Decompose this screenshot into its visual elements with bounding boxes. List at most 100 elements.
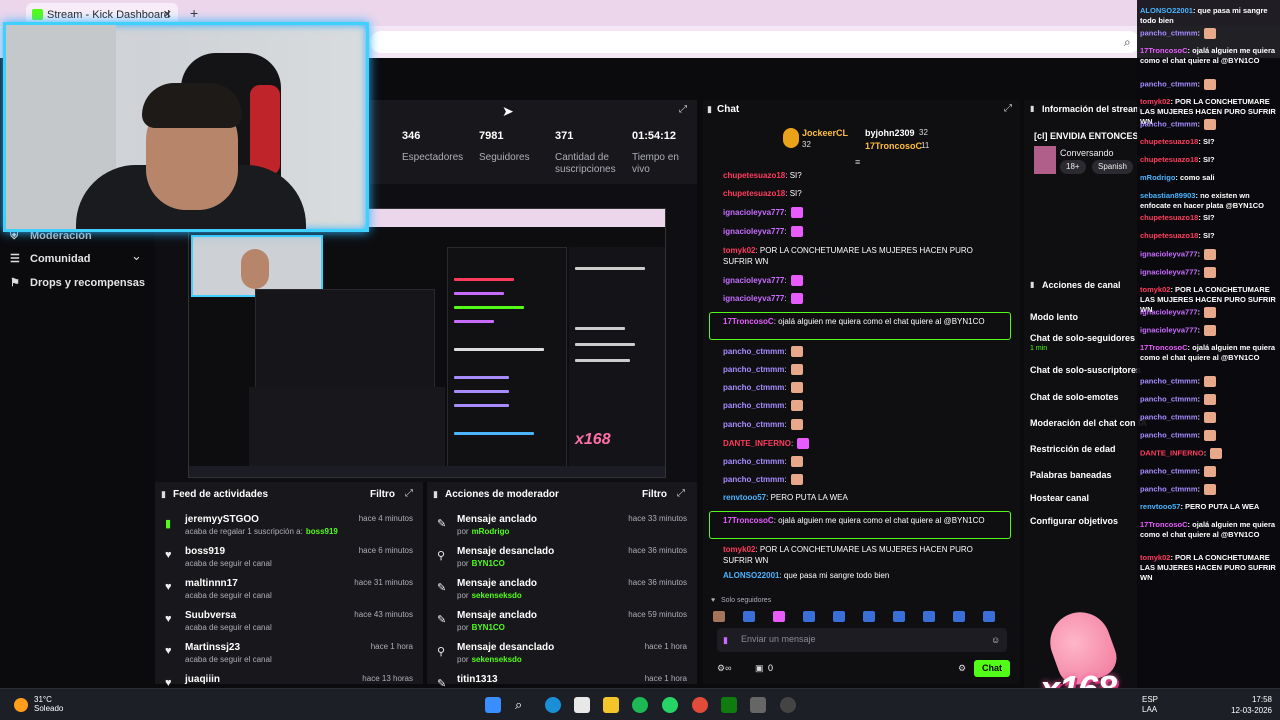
chat-username[interactable]: renvtooo57 (723, 493, 766, 502)
chat-username[interactable]: ignacioleyva777 (723, 276, 784, 285)
channel-action-item[interactable]: Hostear canal (1030, 493, 1089, 503)
list-item[interactable]: ♥ Martinssj23 hace 1 hora acaba de seguir e… (155, 642, 423, 674)
edge-icon[interactable] (545, 697, 561, 713)
activity-user[interactable]: jeremyySTGOO (185, 514, 259, 525)
mod-by-prefix: por (457, 527, 469, 536)
preview-webcam (191, 235, 323, 297)
search-icon[interactable]: ⌕ (515, 697, 531, 713)
collapse-icon[interactable]: ≡ (855, 157, 860, 167)
channel-action-item[interactable]: Configurar objetivos (1030, 516, 1118, 526)
chat-username[interactable]: ignacioleyva777 (723, 294, 784, 303)
chat-username[interactable]: pancho_ctmmm (723, 457, 784, 466)
chat-username[interactable]: pancho_ctmmm (723, 420, 784, 429)
mic-icon[interactable]: ▮ (723, 635, 728, 646)
list-item[interactable]: ⚲ Mensaje desanclado hace 36 minutos por BYN… (427, 546, 697, 578)
activity-user[interactable]: Martinssj23 (185, 642, 240, 653)
zoom-icon[interactable]: ⌕ (1124, 35, 1131, 50)
expand-icon[interactable]: ⤢ (679, 104, 687, 115)
folder-icon[interactable] (603, 697, 619, 713)
mod-user[interactable]: BYN1CO (472, 623, 505, 632)
emote-bar[interactable] (711, 608, 1011, 623)
leader-name[interactable]: 17TroncosoC (865, 141, 922, 151)
leader-name[interactable]: JockeerCL (802, 128, 848, 138)
channel-action-item[interactable]: Palabras baneadas (1030, 470, 1112, 480)
channel-action-item[interactable]: Chat de solo-suscriptores (1030, 365, 1141, 375)
chat-username[interactable]: ignacioleyva777 (723, 208, 784, 217)
chat-username[interactable]: chupetesuazo18 (723, 189, 785, 198)
chevron-down-icon[interactable]: ⌄ (131, 248, 142, 264)
channel-action-item[interactable]: Moderación del chat con IA (1030, 418, 1147, 428)
stream-preview-frame[interactable]: x168 (188, 208, 666, 478)
chat-username[interactable]: tomyk02 (723, 246, 755, 255)
chat-username[interactable]: pancho_ctmmm (723, 365, 784, 374)
activity-user[interactable]: boss919 (185, 546, 225, 557)
activity-target[interactable]: boss919 (306, 527, 338, 536)
spotify-icon[interactable] (632, 697, 648, 713)
mod-user[interactable]: mRodrigo (472, 527, 510, 536)
expand-icon[interactable]: ⤢ (1004, 103, 1012, 114)
expand-icon[interactable]: ⤢ (405, 488, 413, 499)
language-code: ESP (1142, 695, 1159, 704)
mod-user[interactable]: sekenseksdo (472, 591, 522, 600)
overlay-chat-message: ALONSO22001: que pasa mi sangre todo bie… (1140, 6, 1278, 26)
activity-user[interactable]: juaqiiin (185, 674, 220, 685)
mod-user[interactable]: BYN1CO (472, 559, 505, 568)
clock[interactable]: 17:58 12-03-2026 (1231, 694, 1272, 716)
chat-username[interactable]: DANTE_INFERNO (723, 439, 791, 448)
store-icon[interactable] (574, 697, 590, 713)
emoji-icon[interactable]: ☺ (991, 635, 1000, 645)
feed-filter-button[interactable]: Filtro (370, 489, 395, 500)
list-item[interactable]: ⚲ Mensaje desanclado hace 1 hora por sekense… (427, 642, 697, 674)
chat-message: chupetesuazo18: SI? (723, 188, 1003, 199)
list-item[interactable]: ▮ jeremyySTGOO hace 4 minutos acaba de rega… (155, 514, 423, 546)
new-tab-button[interactable]: + (190, 5, 198, 21)
tab-close-icon[interactable]: ✕ (163, 8, 172, 21)
activity-user[interactable]: maltinnn17 (185, 578, 238, 589)
activity-user[interactable]: Suubversa (185, 610, 236, 621)
overlay-username: 17TroncosoC (1140, 46, 1188, 55)
url-field[interactable] (370, 31, 1140, 53)
xbox-icon[interactable] (721, 697, 737, 713)
channel-action-item[interactable]: Chat de solo-seguidores (1030, 333, 1135, 343)
list-item[interactable]: ♥ boss919 hace 6 minutos acaba de seguir el… (155, 546, 423, 578)
chat-message-input[interactable]: Enviar un mensaje (717, 628, 1007, 652)
chat-username[interactable]: pancho_ctmmm (723, 401, 784, 410)
chat-send-button[interactable]: Chat (974, 660, 1010, 677)
emote-icon (790, 474, 803, 486)
chat-username[interactable]: pancho_ctmmm (723, 383, 784, 392)
app-icon[interactable] (750, 697, 766, 713)
expand-icon[interactable]: ⤢ (677, 488, 685, 499)
whatsapp-icon[interactable] (662, 697, 678, 713)
overlay-chat-message: pancho_ctmmm: (1140, 484, 1278, 495)
language-indicator[interactable]: ESP LAA (1142, 695, 1158, 715)
gear-icon[interactable]: ⚙ (958, 663, 966, 674)
list-item[interactable]: ✎ Mensaje anclado hace 36 minutos por sekens… (427, 578, 697, 610)
chat-username[interactable]: tomyk02 (723, 545, 755, 554)
sidebar-item-comunidad[interactable]: ☰ Comunidad (10, 252, 91, 265)
chat-username[interactable]: ALONSO22001 (723, 571, 779, 580)
chat-username[interactable]: pancho_ctmmm (723, 475, 784, 484)
chat-username[interactable]: chupetesuazo18 (723, 171, 785, 180)
list-item[interactable]: ♥ maltinnn17 hace 31 minutos acaba de segui… (155, 578, 423, 610)
windows-start-icon[interactable] (485, 697, 501, 713)
leader-name[interactable]: byjohn2309 (865, 128, 915, 138)
chat-username[interactable]: pancho_ctmmm (723, 347, 784, 356)
channel-action-item[interactable]: Restricción de edad (1030, 444, 1116, 454)
weather-widget[interactable]: 31°C Soleado (34, 695, 63, 713)
category-name[interactable]: Conversando (1060, 148, 1114, 158)
chat-username[interactable]: ignacioleyva777 (723, 227, 784, 236)
list-item[interactable]: ✎ Mensaje anclado hace 59 minutos por BYN1CO (427, 610, 697, 642)
list-item[interactable]: ✎ Mensaje anclado hace 33 minutos por mRodri… (427, 514, 697, 546)
kick-favicon-icon (32, 9, 43, 20)
channel-action-item[interactable]: Modo lento (1030, 312, 1078, 322)
activity-desc: acaba de seguir el canal (185, 655, 272, 664)
obs-icon[interactable] (780, 697, 796, 713)
modlog-filter-button[interactable]: Filtro (642, 489, 667, 500)
sidebar-item-drops[interactable]: ⚑ Drops y recompensas (10, 276, 145, 289)
chrome-icon[interactable] (692, 697, 708, 713)
overlay-chat-message: ignacioleyva777: (1140, 307, 1278, 318)
list-item[interactable]: ♥ Suubversa hace 43 minutos acaba de seguir… (155, 610, 423, 642)
settings-icon[interactable]: ⚙∞ (717, 663, 731, 674)
mod-user[interactable]: sekenseksdo (472, 655, 522, 664)
channel-action-item[interactable]: Chat de solo-emotes (1030, 392, 1119, 402)
